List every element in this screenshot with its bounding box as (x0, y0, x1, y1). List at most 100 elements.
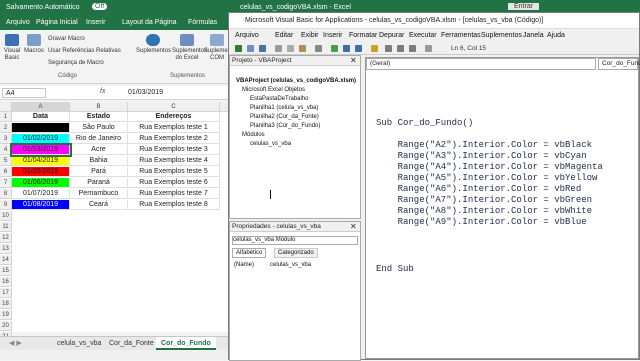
project-explorer-icon[interactable] (385, 45, 392, 52)
tab-inserir[interactable]: Inserir (86, 19, 105, 26)
cell-c[interactable]: Endereços (128, 112, 220, 122)
property-name-value[interactable]: celulas_vs_vba (270, 262, 311, 268)
code-end-sub[interactable]: End Sub (376, 264, 414, 274)
row-header[interactable]: 1 (0, 112, 12, 122)
column-header-a[interactable]: A (12, 102, 70, 112)
visual-basic-button[interactable]: Visual Basic (2, 34, 22, 62)
cell-a[interactable]: 01/07/2019 (12, 189, 70, 199)
sheet-nav-icon[interactable]: ◀ ▶ (4, 337, 27, 350)
autosave-label[interactable]: Salvamento Automático (6, 4, 80, 11)
autosave-toggle[interactable]: Off (92, 3, 108, 10)
tree-item-module[interactable]: celulas_vs_vba (250, 141, 291, 147)
code-line-5[interactable]: Range("A4").Interior.Color = vbMagenta (376, 162, 603, 172)
cell-c[interactable]: Rua Exemplos teste 4 (128, 156, 220, 166)
code-line-4[interactable]: Range("A3").Interior.Color = vbCyan (376, 151, 587, 161)
row-header[interactable]: 18 (0, 299, 12, 309)
relative-refs-button[interactable]: Usar Referências Relativas (48, 48, 121, 54)
cell-a[interactable]: 01/05/2019 (12, 167, 70, 177)
cell-c[interactable]: Rua Exemplos teste 3 (128, 145, 220, 155)
tab-layout[interactable]: Layout da Página (122, 19, 177, 26)
cut-icon[interactable] (275, 45, 282, 52)
cell-b[interactable]: São Paulo (70, 123, 128, 133)
tab-formulas[interactable]: Fórmulas (188, 19, 217, 26)
menu-depurar[interactable]: Depurar (379, 32, 404, 39)
select-all-corner[interactable] (0, 102, 12, 112)
menu-inserir[interactable]: Inserir (323, 32, 342, 39)
column-header-c[interactable]: C (128, 102, 220, 112)
close-icon[interactable]: ✕ (350, 56, 357, 65)
cell-c[interactable]: Rua Exemplos teste 8 (128, 200, 220, 210)
addins-button[interactable]: Suplementos (136, 34, 171, 55)
spreadsheet-grid[interactable]: A B C 1 Data Estado Endereços 2 São Paulo Rua … (0, 102, 232, 342)
menu-exibir[interactable]: Exibir (301, 32, 319, 39)
menu-editar[interactable]: Editar (275, 32, 293, 39)
cell-a[interactable]: 01/03/2019 (10, 143, 72, 157)
column-header-b[interactable]: B (70, 102, 128, 112)
row-header[interactable]: 12 (0, 233, 12, 243)
row-header[interactable]: 7 (0, 178, 12, 188)
sheet-tab-cor-da-fonte[interactable]: Cor_da_Fonte (104, 337, 159, 350)
row-header[interactable]: 19 (0, 310, 12, 320)
row-header[interactable]: 4 (0, 145, 12, 155)
code-line-7[interactable]: Range("A6").Interior.Color = vbRed (376, 184, 582, 194)
help-icon[interactable] (425, 45, 432, 52)
design-mode-icon[interactable] (371, 45, 378, 52)
find-icon[interactable] (315, 45, 322, 52)
record-macro-button[interactable]: Gravar Macro (48, 36, 85, 42)
row-header[interactable]: 11 (0, 222, 12, 232)
row-header[interactable]: 17 (0, 288, 12, 298)
copy-icon[interactable] (287, 45, 294, 52)
properties-icon[interactable] (397, 45, 404, 52)
signin-button[interactable]: Entrar (508, 3, 540, 10)
close-icon[interactable]: ✕ (350, 222, 357, 231)
cell-c[interactable]: Rua Exemplos teste 1 (128, 123, 220, 133)
menu-formatar[interactable]: Formatar (349, 32, 377, 39)
macro-security-button[interactable]: Segurança de Macro (48, 60, 104, 66)
code-line-8[interactable]: Range("A7").Interior.Color = vbGreen (376, 195, 592, 205)
menu-executar[interactable]: Executar (409, 32, 437, 39)
com-addins-button[interactable]: Suplementos COM (204, 34, 239, 62)
row-header[interactable]: 3 (0, 134, 12, 144)
cell-b[interactable]: Estado (70, 112, 128, 122)
menu-ajuda[interactable]: Ajuda (547, 32, 565, 39)
row-header[interactable]: 14 (0, 255, 12, 265)
cell-c[interactable]: Rua Exemplos teste 5 (128, 167, 220, 177)
procedure-combo[interactable]: Cor_do_Fundo (598, 58, 640, 70)
formula-input[interactable]: 01/03/2019 (128, 89, 163, 96)
cell-b[interactable]: Acre (70, 145, 128, 155)
excel-addins-button[interactable]: Suplementos do Excel (172, 34, 207, 62)
code-line-10[interactable]: Range("A9").Interior.Color = vbBlue (376, 217, 587, 227)
cell-c[interactable]: Rua Exemplos teste 7 (128, 189, 220, 199)
cell-a[interactable]: 01/04/2019 (12, 156, 70, 166)
code-line-6[interactable]: Range("A5").Interior.Color = vbYellow (376, 173, 598, 183)
row-header[interactable]: 5 (0, 156, 12, 166)
object-browser-icon[interactable] (409, 45, 416, 52)
cell-c[interactable]: Rua Exemplos teste 6 (128, 178, 220, 188)
tree-item-planilha1[interactable]: Planilha1 (celula_vs_vba) (250, 105, 318, 111)
cell-c[interactable]: Rua Exemplos teste 2 (128, 134, 220, 144)
tree-excel-objects[interactable]: Microsoft Excel Objetos (242, 87, 305, 93)
cell-b[interactable]: Pará (70, 167, 128, 177)
pause-icon[interactable] (343, 45, 350, 52)
tab-arquivo[interactable]: Arquivo (6, 19, 30, 26)
cell-b[interactable]: Rio de Janeiro (70, 134, 128, 144)
code-line-1[interactable]: Sub Cor_do_Fundo() (376, 118, 473, 128)
reset-icon[interactable] (355, 45, 362, 52)
cell-b[interactable]: Bahia (70, 156, 128, 166)
cell-a[interactable]: 01/08/2019 (12, 200, 70, 210)
row-header[interactable]: 9 (0, 200, 12, 210)
menu-ferramentas[interactable]: Ferramentas (441, 32, 481, 39)
row-header[interactable]: 8 (0, 189, 12, 199)
sheet-tab-celula-vs-vba[interactable]: celula_vs_vba (52, 337, 106, 350)
tree-item-planilha2[interactable]: Planilha2 (Cor_da_Fonte) (250, 114, 319, 120)
cell-a[interactable]: 01/02/2019 (12, 134, 70, 144)
row-header[interactable]: 20 (0, 321, 12, 331)
insert-module-icon[interactable] (247, 45, 254, 52)
menu-arquivo[interactable]: Arquivo (235, 32, 259, 39)
sheet-tab-cor-do-fundo[interactable]: Cor_do_Fundo (156, 337, 216, 350)
save-icon[interactable] (259, 45, 266, 52)
tab-pagina-inicial[interactable]: Página Inicial (36, 19, 78, 26)
cell-b[interactable]: Ceará (70, 200, 128, 210)
object-combo[interactable]: (Geral) (366, 58, 596, 70)
fx-icon[interactable]: fx (100, 88, 105, 95)
